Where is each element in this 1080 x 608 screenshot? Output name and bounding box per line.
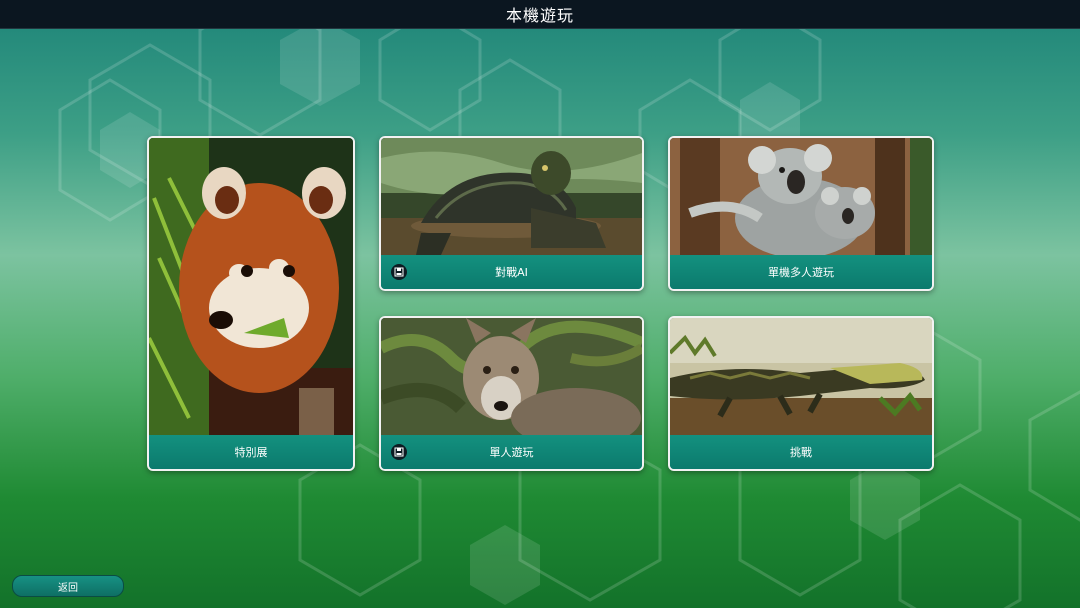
challenge-card[interactable]: 挑戰 [668, 316, 934, 471]
single-player-card[interactable]: 單人遊玩 [379, 316, 644, 471]
card-label: 挑戰 [790, 446, 812, 459]
card-label-bar: 對戰AI [381, 255, 642, 289]
local-multiplayer-card[interactable]: 單機多人遊玩 [668, 136, 934, 291]
card-label-bar: 單人遊玩 [381, 435, 642, 469]
red-panda-image [149, 138, 353, 435]
turtle-image [381, 138, 642, 255]
card-label: 單人遊玩 [489, 446, 534, 459]
wolf-image [381, 318, 642, 435]
card-label-bar: 挑戰 [670, 435, 932, 469]
card-label-bar: 單機多人遊玩 [670, 255, 932, 289]
koala-image [670, 138, 932, 255]
card-label: 對戰AI [495, 266, 528, 279]
back-button[interactable]: 返回 [12, 575, 124, 597]
alligator-image [670, 318, 932, 435]
card-label-bar: 特別展 [149, 435, 353, 469]
save-icon [391, 444, 407, 460]
card-label: 單機多人遊玩 [768, 266, 834, 279]
special-exhibit-card[interactable]: 特別展 [147, 136, 355, 471]
card-label: 特別展 [234, 446, 268, 459]
vs-ai-card[interactable]: 對戰AI [379, 136, 644, 291]
page-title: 本機遊玩 [505, 6, 574, 25]
top-bar: 本機遊玩 [0, 0, 1080, 29]
save-icon [391, 264, 407, 280]
